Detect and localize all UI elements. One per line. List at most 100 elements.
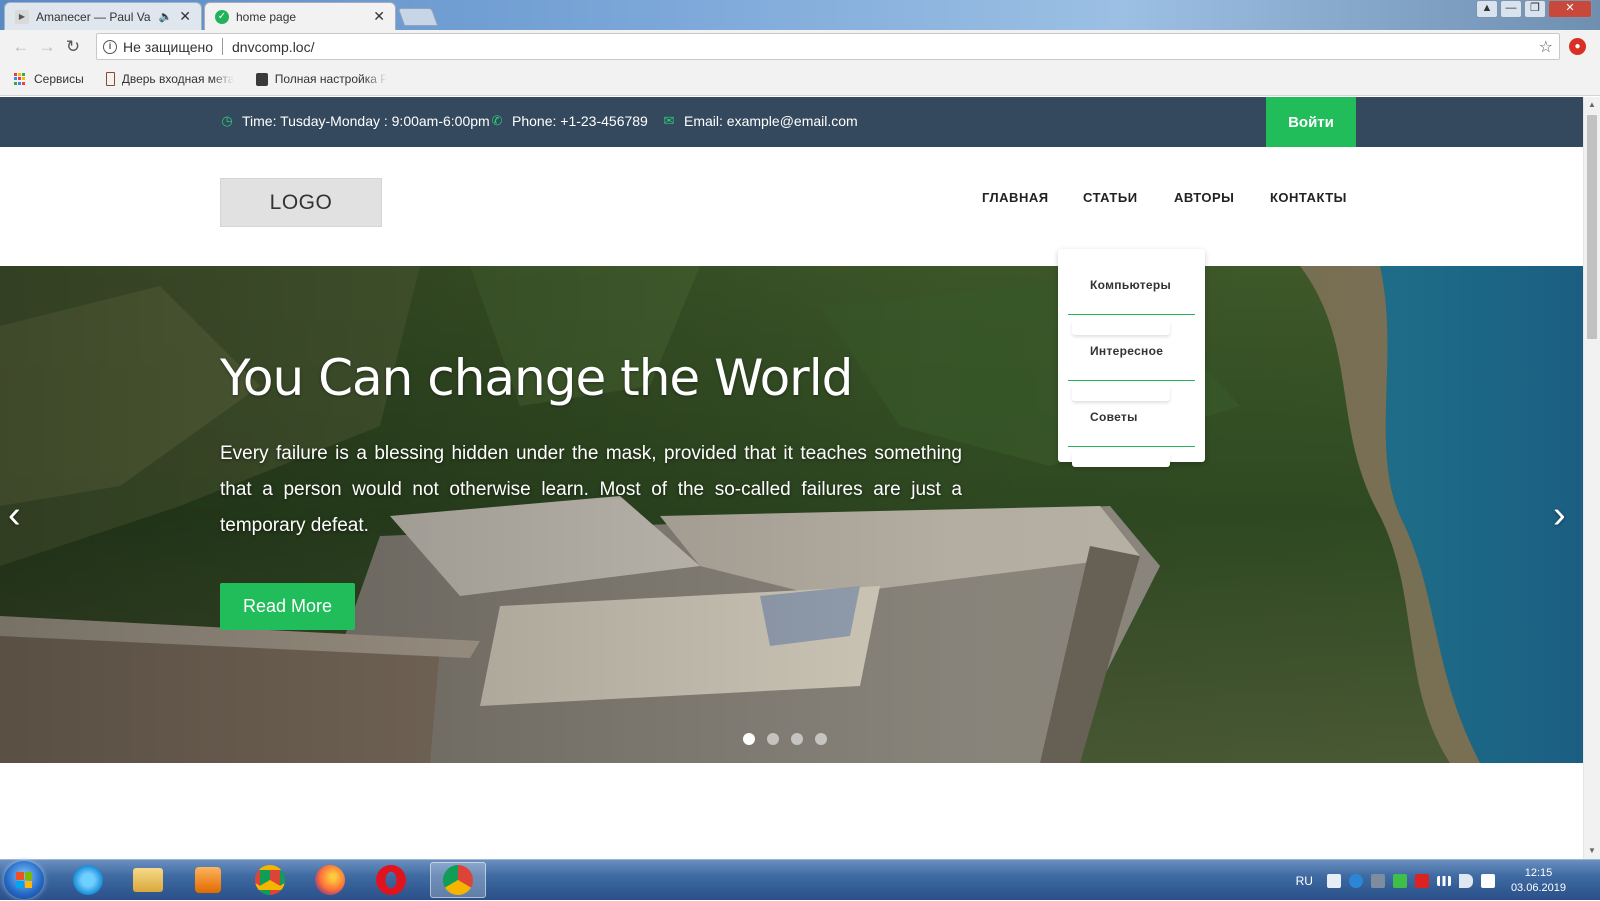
articles-dropdown-menu: Компьютеры Интересное Советы [1058,249,1205,467]
phone-info: ✆ Phone: +1-23-456789 [490,113,648,129]
language-indicator[interactable]: RU [1296,874,1313,888]
favicon-check-icon: ✓ [215,9,229,24]
door-icon [105,72,115,86]
back-button[interactable]: ← [8,37,34,57]
taskbar-media[interactable] [180,862,236,898]
profile-button[interactable]: ▲ [1476,0,1498,18]
site-header: LOGO ГЛАВНАЯ СТАТЬИ АВТОРЫ КОНТАКТЫ [0,147,1583,266]
opera-icon [376,865,406,895]
scroll-down-arrow[interactable]: ▼ [1584,843,1600,859]
url-text[interactable]: dnvcomp.loc/ [232,39,314,55]
slider-dot[interactable] [815,733,827,745]
hero-slider: You Can change the World Every failure i… [0,266,1583,763]
clock[interactable]: 12:15 03.06.2019 [1511,866,1566,896]
windows-taskbar: RU 12:15 03.06.2019 [0,859,1600,900]
security-label: Не защищено [123,38,213,55]
action-center-flag-icon[interactable] [1480,873,1495,888]
apps-icon [14,72,27,86]
taskbar-opera[interactable] [363,862,419,898]
envelope-icon: ✉ [663,113,675,128]
login-button[interactable]: Войти [1266,97,1356,147]
page-scrollbar[interactable]: ▲ ▼ [1583,97,1600,859]
taskbar-explorer[interactable] [120,862,176,898]
clock-icon: ◷ [221,113,233,128]
usb-icon[interactable] [1370,873,1385,888]
new-tab-button[interactable] [397,8,439,26]
nav-home[interactable]: ГЛАВНАЯ [982,190,1049,205]
top-info-bar: ◷ Time: Tusday-Monday : 9:00am-6:00pm ✆ … [0,97,1583,147]
start-button[interactable] [4,861,44,899]
bookmark-door[interactable]: Дверь входная мета [105,72,234,86]
bookmarks-bar: Сервисы Дверь входная мета Полная настро… [0,63,1600,96]
bookmark-settings[interactable]: Полная настройка Р [255,72,387,86]
dropdown-item-computers[interactable]: Компьютеры [1068,249,1195,315]
browser-tab-strip: ▶ Amanecer — Paul Va 🔈 ✕ ✓ home page ✕ ▲… [0,0,1600,30]
minimize-button[interactable]: — [1500,0,1522,18]
scroll-up-arrow[interactable]: ▲ [1584,97,1600,113]
close-window-button[interactable]: ✕ [1548,0,1592,18]
read-more-button[interactable]: Read More [220,583,355,630]
bookmark-services[interactable]: Сервисы [14,72,84,86]
hours-text: Time: Tusday-Monday : 9:00am-6:00pm [242,113,490,129]
media-player-icon [195,867,221,893]
extension-icon[interactable]: ● [1569,38,1586,55]
bookmark-label: Сервисы [34,72,84,86]
clock-date: 03.06.2019 [1510,881,1566,894]
chrome-icon [255,865,285,895]
hero-text: Every failure is a blessing hidden under… [220,443,962,536]
nav-authors[interactable]: АВТОРЫ [1174,190,1234,205]
nav-contacts[interactable]: КОНТАКТЫ [1270,190,1347,205]
file-explorer-icon [133,868,163,892]
doc-icon [255,72,268,86]
system-tray: RU 12:15 03.06.2019 [1296,860,1600,901]
dropdown-item-label: Компьютеры [1090,278,1172,292]
chevron-right-icon[interactable]: › [1553,496,1566,534]
windows-logo-icon [16,872,32,888]
taskbar-chrome-active[interactable] [430,862,486,898]
taskbar-ie[interactable] [60,862,116,898]
close-tab-icon[interactable]: ✕ [373,8,385,25]
slider-dot[interactable] [743,733,755,745]
chrome-icon [443,865,473,895]
tab-amanecer[interactable]: ▶ Amanecer — Paul Va 🔈 ✕ [4,2,202,30]
window-controls: ▲ — ❐ ✕ [1476,0,1592,18]
edge-icon[interactable] [1348,873,1363,888]
dropdown-item-interesting[interactable]: Интересное [1068,315,1195,381]
chevron-left-icon[interactable]: ‹ [8,496,21,534]
antivirus-icon[interactable] [1414,873,1429,888]
dropdown-item-label: Советы [1090,410,1138,424]
volume-icon[interactable] [1458,873,1473,888]
tab-title: home page [236,9,297,24]
signal-icon[interactable] [1436,875,1451,886]
email-text: Email: example@email.com [684,113,858,129]
forward-button[interactable]: → [34,37,60,57]
hero-title: You Can change the World [220,349,853,407]
nav-articles[interactable]: СТАТЬИ [1083,190,1138,205]
bookmark-star-icon[interactable]: ☆ [1539,37,1553,57]
phone-text: Phone: +1-23-456789 [512,113,648,129]
clock-time: 12:15 [1524,866,1553,879]
speaker-icon[interactable]: 🔈 [159,10,173,23]
page-viewport: ◷ Time: Tusday-Monday : 9:00am-6:00pm ✆ … [0,97,1583,859]
address-bar[interactable]: i Не защищено dnvcomp.loc/ ☆ [96,33,1560,60]
restore-button[interactable]: ❐ [1524,0,1546,18]
taskbar-firefox[interactable] [302,862,358,898]
phone-icon: ✆ [491,113,503,128]
slider-dots [743,733,827,745]
slider-dot[interactable] [791,733,803,745]
site-logo[interactable]: LOGO [220,178,382,227]
close-tab-icon[interactable]: ✕ [179,8,191,25]
dropdown-item-tips[interactable]: Советы [1068,381,1195,447]
play-icon: ▶ [15,9,29,24]
reload-button[interactable]: ↻ [60,37,86,57]
scroll-thumb[interactable] [1587,115,1597,339]
cloud-icon[interactable] [1326,873,1341,888]
tab-home-page[interactable]: ✓ home page ✕ [204,2,396,30]
dropdown-item-spacer [1072,453,1170,467]
flag-green-icon[interactable] [1392,873,1407,888]
slider-dot[interactable] [767,733,779,745]
internet-explorer-icon [73,865,103,895]
tab-title: Amanecer — Paul Va [36,9,151,24]
taskbar-chrome[interactable] [242,862,298,898]
info-icon[interactable]: i [103,39,117,54]
